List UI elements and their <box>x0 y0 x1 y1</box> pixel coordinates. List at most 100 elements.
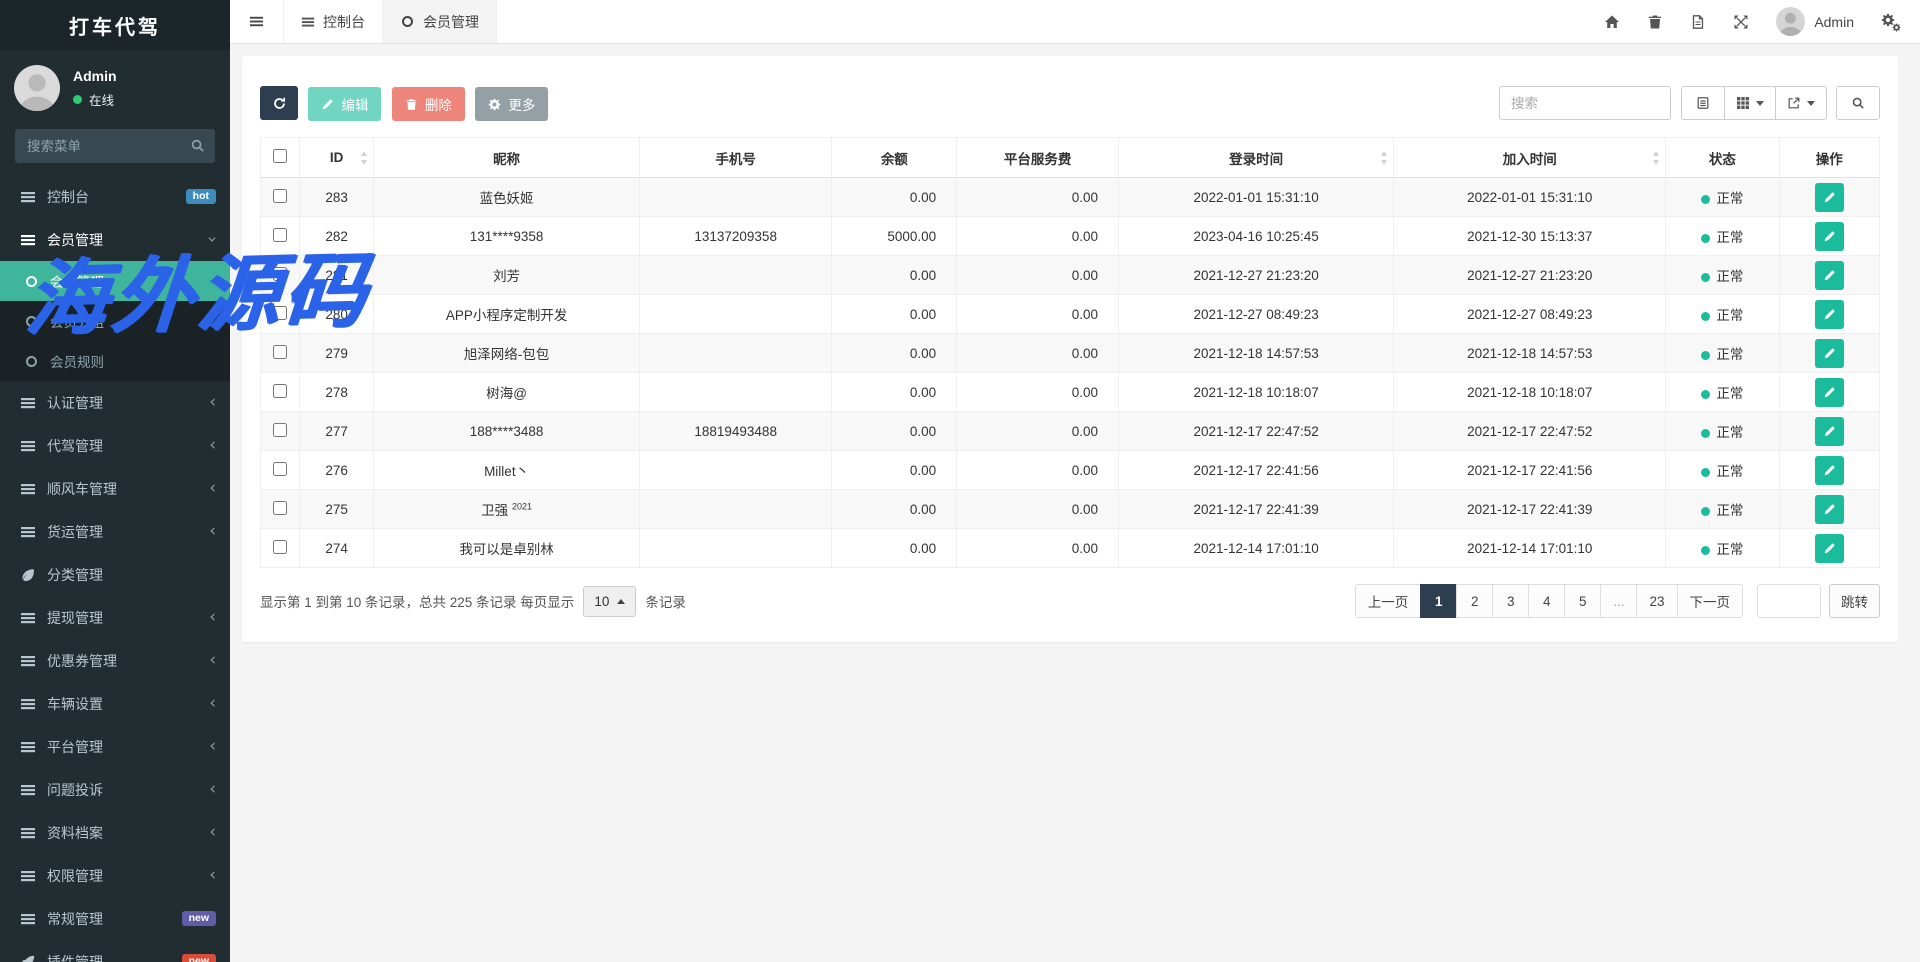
cell-id: 279 <box>299 334 373 373</box>
hamburger-icon <box>249 14 264 29</box>
row-edit-button[interactable] <box>1815 456 1844 485</box>
row-edit-button[interactable] <box>1815 183 1844 212</box>
cell-nickname: 蓝色妖姬 <box>374 178 640 217</box>
detail-view-button[interactable] <box>1681 86 1725 120</box>
cell-balance: 5000.00 <box>832 217 957 256</box>
delete-button[interactable]: 删除 <box>392 87 465 121</box>
row-checkbox[interactable] <box>273 306 287 320</box>
bars-icon <box>20 825 36 841</box>
column-header[interactable]: 昵称 <box>374 138 640 178</box>
row-edit-button[interactable] <box>1815 300 1844 329</box>
fullscreen-icon[interactable] <box>1733 14 1749 30</box>
select-all-checkbox[interactable] <box>273 149 287 163</box>
tab-label: 控制台 <box>323 12 365 32</box>
trash-icon <box>405 98 418 111</box>
row-check-cell <box>261 412 300 451</box>
pencil-icon <box>1823 464 1836 477</box>
column-header[interactable]: 加入时间 <box>1394 138 1666 178</box>
page-button-2[interactable]: 2 <box>1456 584 1493 618</box>
page-button-23[interactable]: 23 <box>1636 584 1677 618</box>
column-header[interactable]: ID <box>299 138 373 178</box>
sidebar-item-9[interactable]: 车辆设置‹ <box>0 682 230 725</box>
sidebar-subitem-1-2[interactable]: 会员规则 <box>0 341 230 381</box>
row-checkbox[interactable] <box>273 501 287 515</box>
column-header[interactable]: 余额 <box>832 138 957 178</box>
sidebar-subitem-1-0[interactable]: 会员管理 <box>0 261 230 301</box>
sidebar-item-6[interactable]: 分类管理 <box>0 553 230 596</box>
column-header[interactable]: 操作 <box>1779 138 1879 178</box>
column-header[interactable]: 手机号 <box>639 138 832 178</box>
row-checkbox[interactable] <box>273 345 287 359</box>
page-button-5[interactable]: 5 <box>1564 584 1601 618</box>
trash-icon[interactable] <box>1647 14 1663 30</box>
row-checkbox[interactable] <box>273 189 287 203</box>
sidebar-item-5[interactable]: 货运管理‹ <box>0 510 230 553</box>
jump-page-input[interactable] <box>1757 584 1821 618</box>
navbar-tab-1[interactable]: 会员管理 <box>383 0 497 43</box>
export-button[interactable] <box>1775 86 1827 120</box>
sidebar-toggle-button[interactable] <box>230 0 283 43</box>
sidebar-item-13[interactable]: 权限管理‹ <box>0 854 230 897</box>
navbar-tab-0[interactable]: 控制台 <box>283 0 383 43</box>
tab-label: 会员管理 <box>423 12 479 32</box>
row-edit-button[interactable] <box>1815 495 1844 524</box>
row-edit-button[interactable] <box>1815 339 1844 368</box>
cell-service-fee: 0.00 <box>957 490 1119 529</box>
row-edit-button[interactable] <box>1815 378 1844 407</box>
column-header[interactable]: 登录时间 <box>1119 138 1394 178</box>
sidebar-subitem-1-1[interactable]: 会员分组 <box>0 301 230 341</box>
sidebar-item-3[interactable]: 代驾管理‹ <box>0 424 230 467</box>
row-checkbox[interactable] <box>273 540 287 554</box>
navbar-user-menu[interactable]: Admin <box>1776 7 1854 36</box>
sidebar-search-input[interactable] <box>15 129 215 163</box>
sidebar-item-10[interactable]: 平台管理‹ <box>0 725 230 768</box>
document-icon[interactable] <box>1690 14 1706 30</box>
sidebar-item-8[interactable]: 优惠券管理‹ <box>0 639 230 682</box>
caret-down-icon <box>1756 101 1764 106</box>
row-checkbox[interactable] <box>273 462 287 476</box>
search-submit-button[interactable] <box>1836 86 1880 120</box>
edit-button[interactable]: 编辑 <box>308 87 381 121</box>
jump-button[interactable]: 跳转 <box>1829 584 1880 618</box>
home-icon[interactable] <box>1604 14 1620 30</box>
status-dot-icon <box>1701 312 1710 321</box>
sidebar-item-7[interactable]: 提现管理‹ <box>0 596 230 639</box>
cell-service-fee: 0.00 <box>957 178 1119 217</box>
row-checkbox[interactable] <box>273 384 287 398</box>
sidebar-item-4[interactable]: 顺风车管理‹ <box>0 467 230 510</box>
sidebar-item-1[interactable]: 会员管理‹ <box>0 218 230 261</box>
cell-phone <box>639 178 832 217</box>
next-page-button[interactable]: 下一页 <box>1677 584 1744 618</box>
refresh-button[interactable] <box>260 86 298 120</box>
detail-view-icon <box>1696 96 1710 110</box>
row-edit-button[interactable] <box>1815 261 1844 290</box>
sidebar-item-15[interactable]: 插件管理new <box>0 940 230 962</box>
page-button-4[interactable]: 4 <box>1528 584 1565 618</box>
page-ellipsis[interactable]: ... <box>1600 584 1637 618</box>
page-size-select[interactable]: 10 <box>583 586 636 617</box>
sidebar-item-14[interactable]: 常规管理new <box>0 897 230 940</box>
column-header[interactable]: 平台服务费 <box>957 138 1119 178</box>
chevron-left-icon: ‹ <box>209 867 216 884</box>
settings-gears-icon[interactable] <box>1881 13 1900 30</box>
row-edit-button[interactable] <box>1815 534 1844 563</box>
sidebar-item-0[interactable]: 控制台hot <box>0 175 230 218</box>
sidebar-item-12[interactable]: 资料档案‹ <box>0 811 230 854</box>
row-checkbox[interactable] <box>273 267 287 281</box>
sidebar-item-11[interactable]: 问题投诉‹ <box>0 768 230 811</box>
row-edit-button[interactable] <box>1815 417 1844 446</box>
page-button-3[interactable]: 3 <box>1492 584 1529 618</box>
column-header[interactable]: 状态 <box>1666 138 1779 178</box>
row-checkbox[interactable] <box>273 423 287 437</box>
row-edit-button[interactable] <box>1815 222 1844 251</box>
page-button-1[interactable]: 1 <box>1420 584 1457 618</box>
more-button[interactable]: 更多 <box>475 87 548 121</box>
cell-status: 正常 <box>1666 451 1779 490</box>
sidebar-item-2[interactable]: 认证管理‹ <box>0 381 230 424</box>
prev-page-button[interactable]: 上一页 <box>1355 584 1422 618</box>
row-check-cell <box>261 256 300 295</box>
pencil-icon <box>1823 503 1836 516</box>
columns-button[interactable] <box>1724 86 1776 120</box>
table-search-input[interactable] <box>1499 86 1671 120</box>
row-checkbox[interactable] <box>273 228 287 242</box>
